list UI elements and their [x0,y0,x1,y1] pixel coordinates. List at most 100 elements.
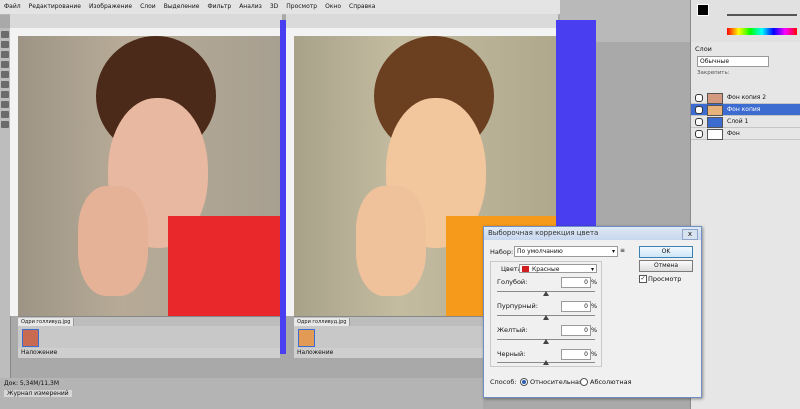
yellow-unit: % [591,326,598,334]
menu-file[interactable]: Файл [0,0,25,10]
right-thumbnail[interactable] [298,329,315,347]
yellow-slider-handle[interactable] [543,339,549,344]
left-thumbnail[interactable] [22,329,39,347]
spectrum-bar[interactable] [727,28,797,35]
layer-row[interactable]: Фон [691,128,800,140]
method-relative-radio[interactable] [520,378,528,386]
preview-checkbox[interactable]: ✓ [639,275,647,283]
layer-name: Фон [727,130,740,137]
journal-tab[interactable]: Журнал измерений [4,390,72,397]
magenta-input[interactable]: 0 [561,301,591,312]
left-thumb-bar [18,326,280,348]
marquee-tool-icon[interactable] [1,41,9,48]
eye-icon[interactable] [695,130,703,138]
color-swatch [522,266,529,272]
layer-thumbnail [707,117,723,128]
dialog-title: Выборочная коррекция цвета [484,227,701,240]
eye-icon[interactable] [695,94,703,102]
right-doc-tab[interactable]: Одри голливуд.jpg [294,318,351,326]
cyan-label: Голубой: [497,278,528,286]
slider-track[interactable] [727,14,797,16]
method-label: Способ: [490,378,517,386]
yellow-input[interactable]: 0 [561,325,591,336]
right-thumb-bar [294,326,484,348]
yellow-label: Желтый: [497,326,528,334]
left-ruler-side [10,36,18,316]
menu-bar: Файл Редактирование Изображение Слои Выделен… [0,0,560,15]
layers-panel: Слои Обычные Закрепить: Фон копия 2 Фон … [690,42,800,409]
menu-analysis[interactable]: Анализ [235,0,266,10]
layer-thumbnail [707,93,723,104]
black-unit: % [591,350,598,358]
selective-color-dialog: Выборочная коррекция цвета x Набор: По у… [483,226,702,398]
method-absolute-label: Абсолютная [590,378,632,386]
right-status: Наложение [294,348,484,358]
left-doc-tab[interactable]: Одри голливуд.jpg [18,318,75,326]
collar-left [168,216,280,316]
left-status: Наложение [18,348,280,358]
cyan-input[interactable]: 0 [561,277,591,288]
menu-window[interactable]: Окно [321,0,345,10]
zoom-tool-icon[interactable] [1,121,9,128]
preset-select[interactable]: По умолчанию ▾ [514,246,618,257]
colors-select[interactable]: Красные ▾ [519,264,597,273]
black-label: Черный: [497,350,526,358]
menu-image[interactable]: Изображение [85,0,136,10]
text-tool-icon[interactable] [1,111,9,118]
method-relative-label: Относительная [530,378,583,386]
magenta-label: Пурпурный: [497,302,538,310]
right-ruler-side [286,36,294,316]
right-ruler-top [286,28,558,36]
layer-thumbnail [707,129,723,140]
layer-row[interactable]: Слой 1 [691,116,800,128]
cyan-unit: % [591,278,598,286]
lasso-tool-icon[interactable] [1,51,9,58]
menu-help[interactable]: Справка [345,0,379,10]
menu-select[interactable]: Выделение [160,0,204,10]
left-tabstrip: Одри голливуд.jpg [18,316,280,326]
magenta-unit: % [591,302,598,310]
preview-label: Просмотр [648,275,682,283]
crop-tool-icon[interactable] [1,61,9,68]
eraser-tool-icon[interactable] [1,91,9,98]
menu-3d[interactable]: 3D [266,0,282,10]
ok-button[interactable]: OK [639,246,693,258]
blend-mode-select[interactable]: Обычные [697,56,769,67]
hand-right [356,186,426,296]
black-input[interactable]: 0 [561,349,591,360]
layer-name: Фон копия 2 [727,94,767,101]
close-button[interactable]: x [682,229,698,240]
layer-name: Слой 1 [727,118,749,125]
right-options-bar [286,14,558,29]
black-slider-handle[interactable] [543,360,549,365]
layer-row[interactable]: Фон копия [691,104,800,116]
stamp-tool-icon[interactable] [1,81,9,88]
left-canvas-photo [18,36,280,316]
preset-label: Набор: [490,248,514,256]
menu-edit[interactable]: Редактирование [25,0,85,10]
cyan-slider-handle[interactable] [543,291,549,296]
preset-options-icon[interactable]: ≡ [620,247,625,254]
menu-view[interactable]: Просмотр [282,0,321,10]
colors-value: Красные [532,266,560,273]
gradient-tool-icon[interactable] [1,101,9,108]
doc-info: Док: 5,34M/11,3M [4,380,60,387]
menu-filter[interactable]: Фильтр [203,0,235,10]
menu-layers[interactable]: Слои [136,0,160,10]
chevron-down-icon: ▾ [590,266,594,273]
foreground-swatch[interactable] [697,4,709,16]
layers-panel-title[interactable]: Слои [695,45,712,53]
brush-tool-icon[interactable] [1,71,9,78]
magenta-slider-handle[interactable] [543,315,549,320]
bottom-status-bar: Док: 5,34M/11,3M Журнал измерений [0,378,483,409]
eye-icon[interactable] [695,106,703,114]
eye-icon[interactable] [695,118,703,126]
method-absolute-radio[interactable] [580,378,588,386]
chevron-down-icon: ▾ [611,248,615,255]
hand-left [78,186,148,296]
cancel-button[interactable]: Отмена [639,260,693,272]
left-options-bar [10,14,282,29]
right-tabstrip: Одри голливуд.jpg [294,316,484,326]
layer-row[interactable]: Фон копия 2 [691,92,800,104]
move-tool-icon[interactable] [1,31,9,38]
